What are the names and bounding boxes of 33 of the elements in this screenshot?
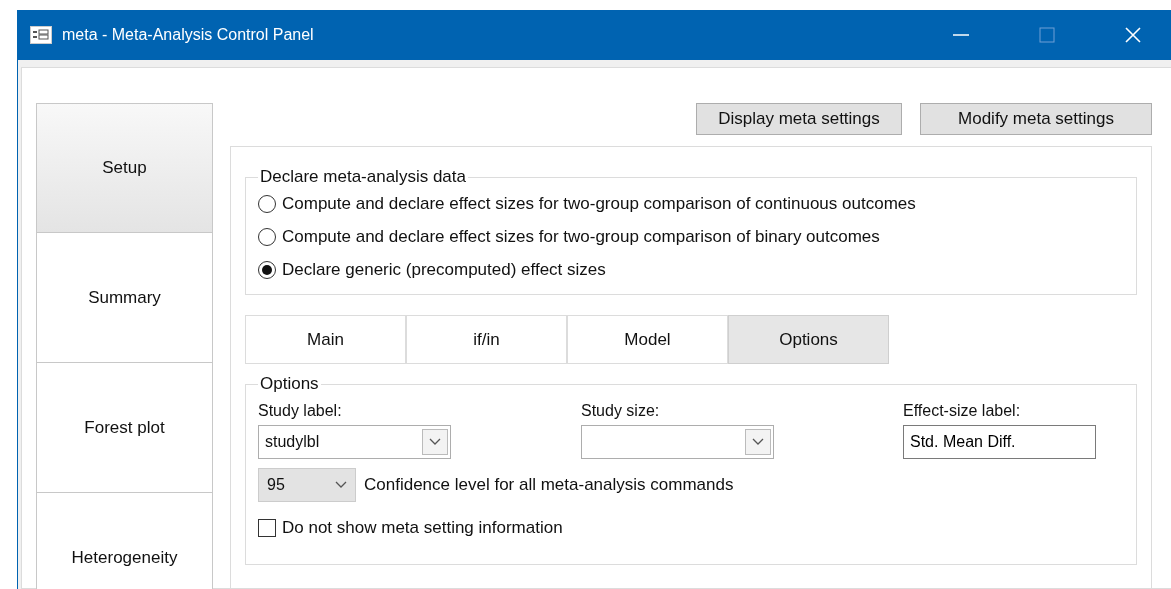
side-tab[interactable]: Setup xyxy=(36,103,213,233)
side-tab[interactable]: Summary xyxy=(36,233,213,363)
tab[interactable]: if/in xyxy=(406,315,567,364)
radio-button[interactable] xyxy=(258,260,276,279)
radio-label[interactable]: Compute and declare effect sizes for two-group comparison of binary outcomes xyxy=(282,226,880,247)
chevron-icon xyxy=(752,438,764,446)
close-icon[interactable] xyxy=(1123,25,1143,45)
input-field[interactable]: Std. Mean Diff. xyxy=(903,425,1096,459)
field-label: Confidence level for all meta-analysis commands xyxy=(364,475,734,495)
field-label: Study size: xyxy=(581,402,661,420)
dropdown[interactable]: 95 xyxy=(258,468,356,502)
radio-button[interactable] xyxy=(258,227,276,246)
side-tab[interactable]: Heterogeneity xyxy=(36,493,213,589)
settings-button[interactable]: Modify meta settings xyxy=(920,103,1152,135)
side-tab[interactable]: Forest plot xyxy=(36,363,213,493)
app-icon xyxy=(30,26,52,44)
checkbox[interactable] xyxy=(258,518,276,537)
group-title: Options xyxy=(259,374,320,394)
settings-button[interactable]: Display meta settings xyxy=(696,103,902,135)
checkbox-label[interactable]: Do not show meta setting information xyxy=(282,517,563,538)
chevron-icon xyxy=(429,438,441,446)
dropdown[interactable]: studylbl xyxy=(258,425,451,459)
field-label: Effect-size label: xyxy=(903,402,1022,420)
chevron-icon xyxy=(335,481,347,489)
tab[interactable]: Options xyxy=(728,315,889,364)
field-label: Study label: xyxy=(258,402,343,420)
radio-button[interactable] xyxy=(258,194,276,213)
radio-label[interactable]: Compute and declare effect sizes for two-group comparison of continuous outcomes xyxy=(282,193,916,214)
tab[interactable]: Model xyxy=(567,315,728,364)
radio-label[interactable]: Declare generic (precomputed) effect sizes xyxy=(282,259,606,280)
tab[interactable]: Main xyxy=(245,315,406,364)
window-title: meta - Meta-Analysis Control Panel xyxy=(62,26,314,44)
group-title: Declare meta-analysis data xyxy=(259,167,467,187)
